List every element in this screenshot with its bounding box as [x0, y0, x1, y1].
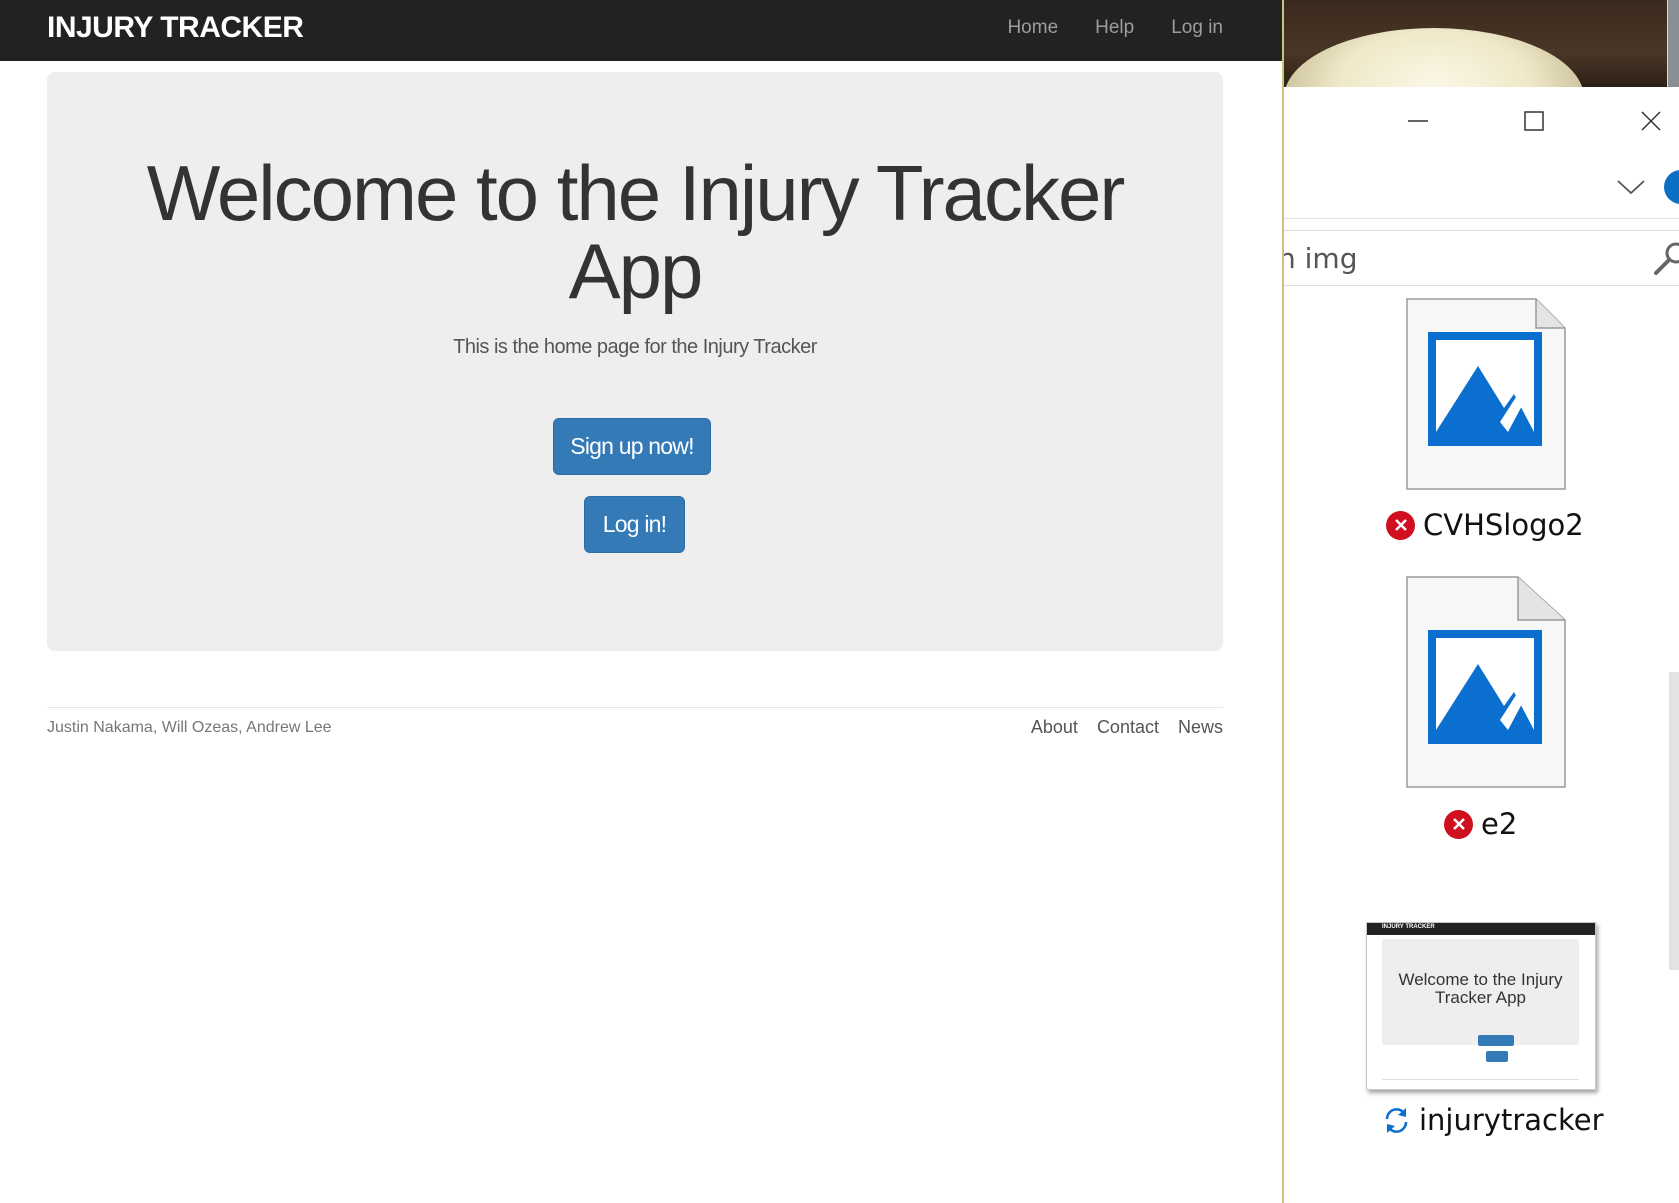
brand-link[interactable]: INJURY TRACKER — [47, 11, 304, 45]
lamp-image — [1284, 28, 1584, 87]
thumbnail-footer — [1382, 1079, 1579, 1080]
error-icon — [1386, 510, 1415, 540]
thumbnail-brand: INJURY TRACKER — [1382, 924, 1435, 930]
file-name: e2 — [1481, 807, 1518, 841]
file-name: injurytracker — [1419, 1103, 1604, 1137]
thumbnail-jumbotron: Welcome to the Injury Tracker App — [1382, 939, 1579, 1062]
scrollbar-thumb[interactable] — [1669, 672, 1679, 970]
search-bar — [1284, 230, 1679, 286]
file-name: CVHSlogo2 — [1423, 508, 1584, 542]
error-icon — [1444, 809, 1473, 839]
file-name-row: e2 — [1444, 807, 1517, 841]
close-icon — [1641, 111, 1661, 131]
background-window-edge — [1667, 0, 1679, 87]
footer-credits: Justin Nakama, Will Ozeas, Andrew Lee — [47, 719, 332, 736]
nav-help-link[interactable]: Help — [1095, 17, 1134, 39]
search-icon — [1654, 242, 1679, 275]
file-item[interactable]: CVHSlogo2 — [1284, 298, 1669, 548]
file-name-row: injurytracker — [1382, 1103, 1604, 1137]
file-explorer-window: CVHSlogo2 e2 INJ — [1284, 0, 1679, 1203]
page-subtitle: This is the home page for the Injury Tra… — [453, 336, 817, 358]
thumbnail-title: Welcome to the Injury Tracker App — [1398, 970, 1563, 1007]
login-button[interactable]: Log in! — [584, 496, 685, 553]
thumbnail-signup-button — [1478, 1035, 1514, 1046]
close-button[interactable] — [1628, 101, 1674, 141]
thumbnail: INJURY TRACKER Welcome to the Injury Tra… — [1366, 922, 1596, 1090]
footer-news-link[interactable]: News — [1178, 717, 1223, 738]
sync-icon — [1385, 1107, 1408, 1133]
file-name-row: CVHSlogo2 — [1386, 508, 1584, 542]
navbar: INJURY TRACKER Home Help Log in — [0, 0, 1283, 61]
image-file-icon — [1406, 298, 1566, 490]
desktop-background — [1284, 0, 1679, 87]
search-input[interactable] — [1284, 239, 1618, 277]
ribbon-bar — [1284, 157, 1679, 219]
navbar-links: Home Help Log in — [1007, 17, 1223, 39]
signup-button[interactable]: Sign up now! — [553, 418, 711, 475]
page-title: Welcome to the Injury Tracker App — [146, 149, 1126, 315]
thumbnail-login-button — [1486, 1051, 1508, 1062]
screen: INJURY TRACKER Home Help Log in Welcome … — [0, 0, 1679, 1203]
footer-links: About Contact News — [1031, 717, 1223, 738]
nav-home-link[interactable]: Home — [1007, 17, 1058, 39]
footer-contact-link[interactable]: Contact — [1097, 717, 1159, 738]
file-item[interactable]: INJURY TRACKER Welcome to the Injury Tra… — [1284, 910, 1669, 1150]
jumbotron: Welcome to the Injury Tracker App This i… — [47, 72, 1223, 651]
footer-about-link[interactable]: About — [1031, 717, 1078, 738]
nav-login-link[interactable]: Log in — [1171, 17, 1223, 39]
maximize-button[interactable] — [1511, 101, 1557, 141]
maximize-icon — [1524, 111, 1544, 131]
minimize-button[interactable] — [1395, 101, 1441, 141]
injury-tracker-webpage: INJURY TRACKER Home Help Log in Welcome … — [0, 0, 1283, 1203]
search-button[interactable] — [1652, 239, 1679, 279]
image-file-icon — [1406, 576, 1566, 788]
window-titlebar — [1284, 87, 1679, 157]
thumbnail-navbar: INJURY TRACKER — [1367, 923, 1595, 935]
file-item[interactable]: e2 — [1284, 576, 1669, 846]
chevron-down-icon — [1617, 180, 1645, 195]
minimize-icon — [1408, 120, 1428, 122]
expand-ribbon-button[interactable] — [1611, 167, 1651, 207]
footer-divider — [47, 707, 1223, 708]
